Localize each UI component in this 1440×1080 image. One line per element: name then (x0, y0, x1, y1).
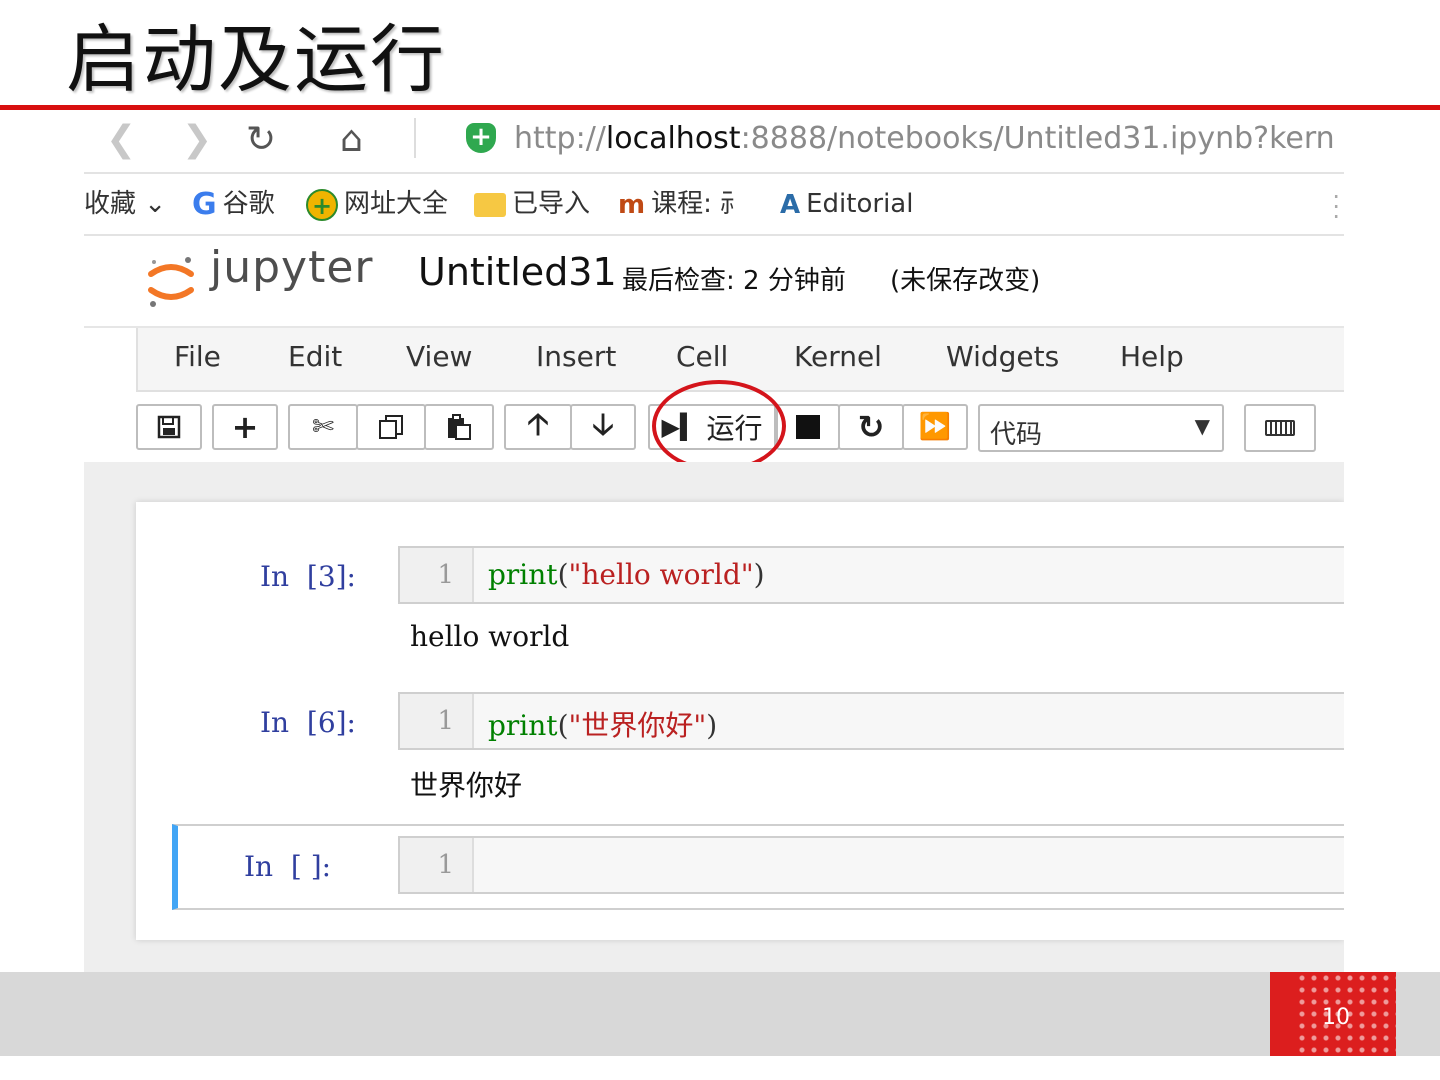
restart-button[interactable]: ↻ (838, 404, 904, 450)
fast-forward-icon: ⏩ (918, 412, 952, 442)
bookmark-label: 谷歌 (222, 189, 275, 219)
editorial-icon: A (780, 189, 801, 220)
copy-button[interactable] (356, 404, 426, 450)
line-number: 1 (437, 850, 454, 880)
arrow-up-icon: 🡡 (527, 406, 549, 442)
unsaved-status: (未保存改变) (890, 266, 1041, 296)
code-function: print (488, 709, 558, 742)
insert-cell-button[interactable]: + (212, 404, 278, 450)
bookmark-imported[interactable]: 已导入 (474, 184, 590, 224)
bookmarks-bar: 收藏 ⌄ G 谷歌 + 网址大全 已导入 m 课程: ⺬ A Editorial · · · (84, 174, 1344, 236)
code-cell-input[interactable]: 1 print("hello world") (398, 546, 1344, 604)
menu-insert[interactable]: Insert (536, 340, 616, 373)
bookmark-favorites[interactable]: 收藏 ⌄ (84, 184, 166, 224)
bookmark-editorial[interactable]: A Editorial (780, 184, 913, 225)
line-number: 1 (437, 706, 454, 736)
jupyter-logo-icon[interactable] (146, 252, 196, 310)
menu-widgets[interactable]: Widgets (946, 340, 1059, 373)
move-down-button[interactable]: 🡣 (570, 404, 636, 450)
code-paren-close: ) (706, 709, 718, 742)
url-path: :8888/notebooks/Untitled31.ipynb?kern (740, 121, 1335, 156)
cell-prompt: In [3]: (260, 560, 356, 593)
secure-shield-icon: + (466, 123, 496, 153)
menu-edit[interactable]: Edit (288, 340, 342, 373)
address-bar: ❮ ❯ ↻ ⌂ + http://localhost:8888/notebook… (84, 112, 1344, 174)
home-icon[interactable]: ⌂ (340, 118, 363, 162)
code-line: print("hello world") (488, 558, 765, 591)
line-gutter: 1 (400, 838, 474, 892)
code-line: print("世界你好") (488, 704, 717, 744)
footer-bar (0, 972, 1440, 1056)
cell-type-value: 代码 (990, 420, 1043, 450)
url-prefix: http:// (514, 121, 606, 156)
web-directory-icon: + (306, 188, 338, 221)
line-gutter: 1 (400, 548, 474, 602)
bookmark-label: Editorial (806, 189, 914, 219)
bookmark-courses[interactable]: m 课程: ⺬ (618, 184, 746, 225)
keyboard-icon (1265, 420, 1295, 436)
cut-button[interactable]: ✄ (288, 404, 358, 450)
plus-icon: + (231, 408, 259, 446)
course-icon: m (618, 189, 646, 220)
divider (414, 118, 416, 158)
paste-button[interactable] (424, 404, 494, 450)
title-rule (0, 105, 1440, 110)
notebook-name[interactable]: Untitled31 (418, 250, 617, 294)
menu-help[interactable]: Help (1120, 340, 1184, 373)
line-gutter: 1 (400, 694, 474, 748)
restart-icon: ↻ (857, 408, 885, 446)
command-palette-button[interactable] (1244, 404, 1316, 452)
notebook-area: In [3]: 1 print("hello world") hello wor… (84, 462, 1344, 974)
code-string: "hello world" (568, 558, 754, 591)
stop-icon (796, 415, 820, 439)
cell-type-select[interactable]: 代码 ▼ (978, 404, 1224, 452)
bookmark-label: 网址大全 (344, 189, 449, 219)
url-host: localhost (605, 121, 741, 156)
restart-run-all-button[interactable]: ⏩ (902, 404, 968, 450)
bookmark-label: 课程: ⺬ (651, 189, 747, 219)
notebook-page: In [3]: 1 print("hello world") hello wor… (136, 502, 1344, 940)
back-icon[interactable]: ❮ (106, 118, 136, 162)
arrow-down-icon: 🡣 (592, 406, 614, 442)
line-number: 1 (437, 560, 454, 590)
highlight-circle (652, 380, 786, 472)
google-icon: G (192, 186, 217, 222)
menu-cell[interactable]: Cell (676, 340, 728, 373)
slide-title: 启动及运行 (66, 17, 446, 103)
bookmark-google[interactable]: G 谷歌 (192, 184, 275, 225)
browser-screenshot: ❮ ❯ ↻ ⌂ + http://localhost:8888/notebook… (84, 112, 1344, 974)
code-paren-open: ( (557, 558, 569, 591)
bookmark-label: 已导入 (512, 189, 591, 219)
save-button[interactable] (136, 404, 202, 450)
page-number: 10 (1322, 1005, 1350, 1030)
cell-output: hello world (410, 620, 570, 653)
code-function: print (488, 558, 558, 591)
cell-prompt: In [ ]: (244, 850, 332, 883)
reload-icon[interactable]: ↻ (246, 118, 276, 162)
code-cell-input[interactable]: 1 print("世界你好") (398, 692, 1344, 750)
checkpoint-status: 最后检查: 2 分钟前 (622, 266, 846, 296)
forward-icon[interactable]: ❯ (182, 118, 212, 162)
folder-icon (474, 192, 506, 217)
cell-prompt: In [6]: (260, 706, 356, 739)
scissors-icon: ✄ (312, 412, 334, 442)
cell-output: 世界你好 (410, 769, 523, 802)
url-field[interactable]: http://localhost:8888/notebooks/Untitled… (514, 119, 1335, 159)
code-string: "世界你好" (568, 709, 707, 742)
code-paren-open: ( (557, 709, 569, 742)
paste-icon (448, 414, 471, 440)
move-up-button[interactable]: 🡡 (504, 404, 572, 450)
notebook-header: jupyter Untitled31 最后检查: 2 分钟前 (未保存改变) (84, 236, 1344, 326)
menu-file[interactable]: File (174, 340, 221, 373)
copy-icon (379, 415, 403, 439)
more-icon[interactable]: · · · (1332, 185, 1340, 229)
jupyter-wordmark: jupyter (210, 242, 374, 293)
menu-kernel[interactable]: Kernel (794, 340, 882, 373)
dropdown-arrow-icon: ▼ (1194, 414, 1210, 438)
save-icon (157, 415, 181, 439)
bookmark-hao123[interactable]: + 网址大全 (306, 184, 448, 224)
code-cell-input[interactable]: 1 (398, 836, 1344, 894)
code-paren-close: ) (753, 558, 765, 591)
menu-view[interactable]: View (406, 340, 472, 373)
